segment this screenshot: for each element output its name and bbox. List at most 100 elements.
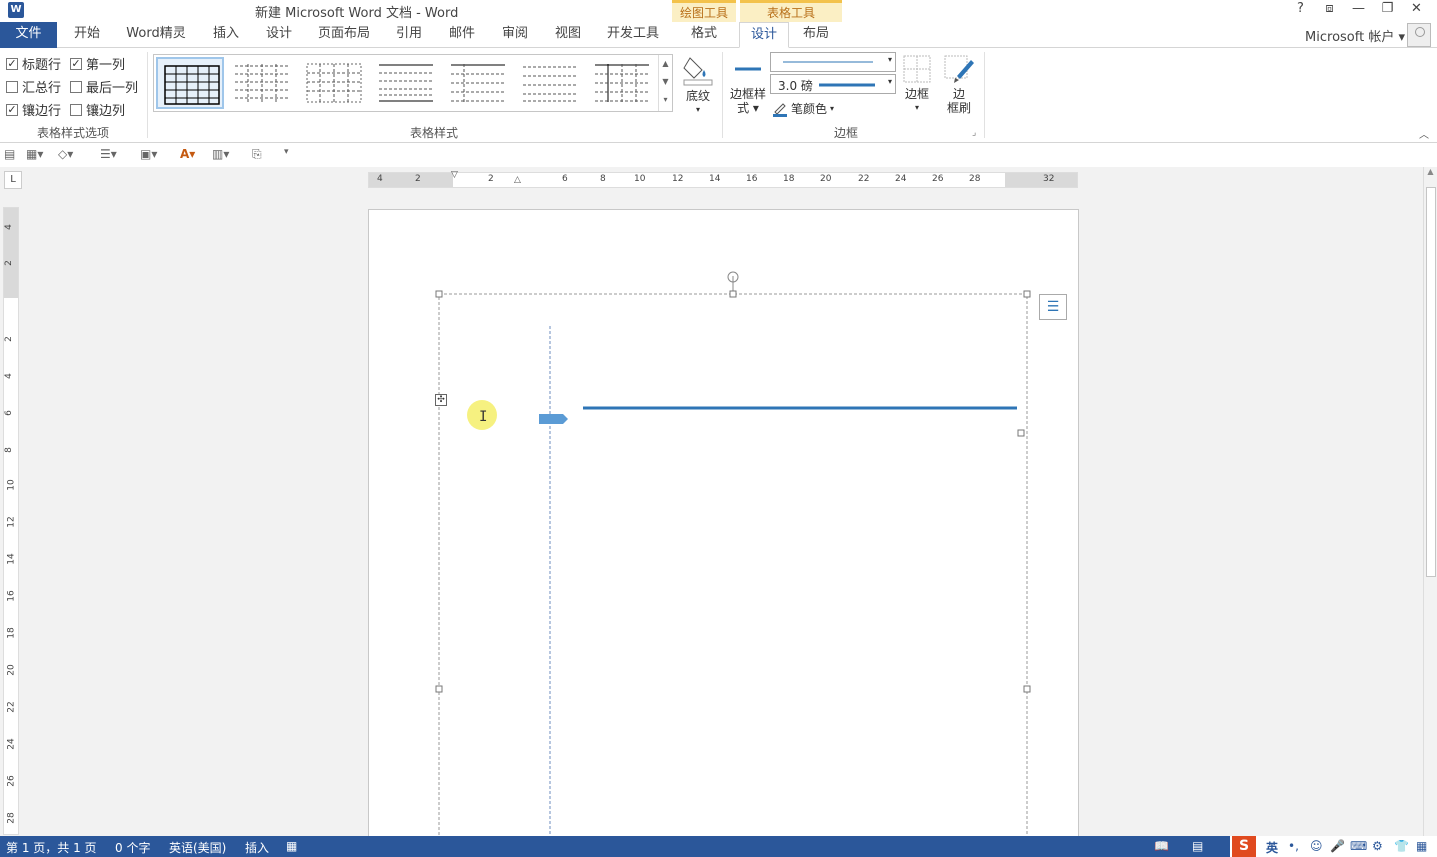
- border-painter-button[interactable]: 边 框刷: [942, 54, 976, 115]
- macro-record-icon[interactable]: ▦: [286, 839, 297, 853]
- ruler-margin: [1005, 173, 1077, 187]
- chevron-down-icon: ▾: [695, 105, 700, 114]
- border-icon[interactable]: ▥▾: [212, 147, 229, 161]
- table-style-dashed-2[interactable]: [300, 57, 368, 109]
- tab-file[interactable]: 文件: [0, 22, 57, 48]
- scrollbar-thumb[interactable]: [1426, 187, 1436, 577]
- table-resize-handle[interactable]: [1017, 429, 1025, 437]
- keyboard-icon[interactable]: ⌨: [1350, 839, 1367, 853]
- resize-handle[interactable]: [729, 290, 737, 298]
- customize-toolbar-icon[interactable]: ▾: [284, 147, 289, 157]
- checkbox-banded-columns[interactable]: 镶边列: [70, 100, 125, 119]
- microphone-icon[interactable]: 🎤: [1330, 839, 1345, 853]
- table-style-grid[interactable]: [156, 57, 224, 109]
- emoji-icon[interactable]: ☺: [1310, 839, 1323, 853]
- avatar[interactable]: [1407, 23, 1431, 47]
- tab-word-elf[interactable]: Word精灵: [120, 22, 192, 48]
- tab-insert[interactable]: 插入: [203, 22, 249, 48]
- checkbox-first-column[interactable]: ✓ 第一列: [70, 54, 125, 73]
- resize-handle[interactable]: [1023, 290, 1031, 298]
- border-styles-button[interactable]: 边框样 式 ▾: [728, 54, 768, 115]
- horizontal-ruler[interactable]: 4 2 2 6 8 10 12 14 16 18 20 22 24 26 28 …: [368, 170, 1078, 188]
- line-weight-select[interactable]: 3.0 磅 ▾: [770, 74, 896, 94]
- read-mode-icon[interactable]: 📖: [1154, 839, 1169, 853]
- tab-table-design[interactable]: 设计: [739, 22, 789, 48]
- collapse-ribbon-icon[interactable]: ︿: [1419, 126, 1429, 141]
- tab-selector[interactable]: L: [4, 171, 22, 189]
- checkbox-header-row[interactable]: ✓ 标题行: [6, 54, 61, 73]
- print-layout-icon[interactable]: ▤: [1192, 839, 1203, 853]
- scroll-up-icon[interactable]: ▲: [1424, 167, 1437, 176]
- chevron-up-icon[interactable]: ▲: [659, 55, 672, 73]
- dialog-launcher-icon[interactable]: ⌟: [972, 128, 976, 138]
- group-label-table-styles: 表格样式: [410, 126, 459, 140]
- vertical-scrollbar[interactable]: ▲: [1423, 167, 1437, 836]
- tab-page-layout[interactable]: 页面布局: [312, 22, 376, 48]
- indent-marker-icon[interactable]: ▽: [451, 170, 458, 180]
- paste-icon[interactable]: ⎘: [252, 147, 262, 162]
- table-style-dashed-3[interactable]: [372, 57, 440, 109]
- align-icon[interactable]: ☰▾: [100, 147, 117, 161]
- menu-grid-icon[interactable]: ▦: [1416, 839, 1427, 853]
- pen-color-button[interactable]: 笔颜色 ▾: [772, 100, 834, 117]
- help-icon[interactable]: ?: [1286, 0, 1315, 20]
- close-icon[interactable]: ✕: [1402, 0, 1431, 20]
- selected-drawing-canvas[interactable]: I: [369, 210, 1080, 850]
- document-page[interactable]: I ✣ ☰: [368, 209, 1080, 850]
- tab-table-layout[interactable]: 布局: [793, 22, 839, 48]
- table-icon[interactable]: ▦▾: [26, 147, 43, 161]
- word-count[interactable]: 0 个字: [115, 839, 150, 856]
- tab-developer[interactable]: 开发工具: [600, 22, 666, 48]
- account-label[interactable]: Microsoft 帐户 ▾: [1305, 26, 1405, 45]
- table-style-dashed-4[interactable]: [444, 57, 512, 109]
- table-move-handle-icon[interactable]: ✣: [435, 394, 447, 406]
- tab-design[interactable]: 设计: [256, 22, 302, 48]
- language-indicator[interactable]: 英语(美国): [169, 839, 226, 856]
- quick-access-toolbar: ▤ ▦▾ ◇▾ ☰▾ ▣▾ A▾ ▥▾ ⎘ ▾: [0, 143, 1437, 167]
- border-painter-icon: [944, 55, 974, 83]
- page-icon[interactable]: ▣▾: [140, 147, 157, 161]
- shapes-icon[interactable]: ◇▾: [58, 147, 73, 161]
- tab-format[interactable]: 格式: [676, 22, 732, 48]
- resize-handle[interactable]: [435, 685, 443, 693]
- punctuation-icon[interactable]: •,: [1288, 839, 1299, 853]
- vertical-ruler[interactable]: 4 2 2 4 6 8 10 12 14 16 18 20 22 24 26 2…: [3, 207, 19, 835]
- table-style-dashed-6[interactable]: [588, 57, 656, 109]
- sogou-logo-icon[interactable]: S: [1232, 836, 1256, 857]
- ribbon-display-icon[interactable]: ⧈: [1315, 0, 1344, 20]
- gallery-more-icon[interactable]: ▾: [659, 91, 672, 109]
- minimize-icon[interactable]: —: [1344, 0, 1373, 20]
- pen-cursor-icon: [539, 414, 568, 424]
- line-style-select[interactable]: ▾: [770, 52, 896, 72]
- font-color-icon[interactable]: A▾: [180, 147, 195, 161]
- document-title: 新建 Microsoft Word 文档 - Word: [255, 6, 459, 21]
- checkbox-total-row[interactable]: 汇总行: [6, 77, 61, 96]
- tab-stop-icon[interactable]: △: [514, 175, 521, 185]
- chevron-down-icon[interactable]: ▼: [659, 73, 672, 91]
- ime-language[interactable]: 英: [1266, 839, 1278, 856]
- tab-review[interactable]: 审阅: [492, 22, 538, 48]
- paint-bucket-icon: [683, 57, 713, 86]
- group-divider: [147, 52, 148, 138]
- checkbox-banded-rows[interactable]: ✓ 镶边行: [6, 100, 61, 119]
- layout-options-icon[interactable]: ☰: [1039, 294, 1067, 320]
- tab-references[interactable]: 引用: [386, 22, 432, 48]
- gallery-scroll[interactable]: ▲ ▼ ▾: [658, 55, 672, 111]
- page-count[interactable]: 第 1 页，共 1 页: [6, 839, 97, 856]
- tab-home[interactable]: 开始: [64, 22, 110, 48]
- shading-button[interactable]: 底纹 ▾: [680, 52, 716, 117]
- table-style-dashed-1[interactable]: [228, 57, 296, 109]
- resize-handle[interactable]: [1023, 685, 1031, 693]
- skin-icon[interactable]: 👕: [1394, 839, 1409, 853]
- tab-mailings[interactable]: 邮件: [439, 22, 485, 48]
- checkbox-last-column[interactable]: 最后一列: [70, 77, 138, 96]
- borders-button[interactable]: 边框 ▾: [900, 54, 934, 115]
- tab-view[interactable]: 视图: [545, 22, 591, 48]
- restore-icon[interactable]: ❐: [1373, 0, 1402, 20]
- tools-icon[interactable]: ⚙: [1372, 839, 1383, 853]
- document-icon[interactable]: ▤: [4, 147, 15, 161]
- word-app-icon[interactable]: W: [8, 2, 24, 18]
- resize-handle[interactable]: [435, 290, 443, 298]
- insert-mode[interactable]: 插入: [245, 839, 269, 856]
- table-style-dashed-5[interactable]: [516, 57, 584, 109]
